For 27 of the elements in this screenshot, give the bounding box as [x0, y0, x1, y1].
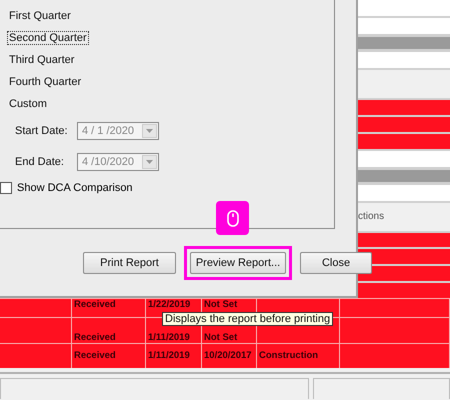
radio-option[interactable]: Custom — [8, 98, 48, 110]
end-date-label: End Date: — [15, 156, 65, 168]
dialog-button[interactable]: Preview Report... — [190, 252, 286, 274]
column-header: ctions — [358, 202, 450, 231]
start-date-label: Start Date: — [15, 124, 69, 136]
mouse-icon — [226, 210, 238, 227]
grid-cell: Received — [74, 350, 116, 362]
checkbox[interactable] — [0, 182, 12, 194]
grid-cell: 10/20/2017 — [204, 350, 252, 362]
grid-cell: Not Set — [204, 299, 238, 310]
grid-cell: 1/11/2019 — [148, 332, 190, 343]
radio-option[interactable]: First Quarter — [8, 10, 72, 22]
dropdown-arrow-icon — [146, 128, 153, 132]
grid-cell: 1/22/2019 — [148, 299, 190, 310]
dialog-button[interactable]: Print Report — [83, 252, 176, 274]
grid-cell: Received — [74, 332, 116, 343]
grid-cell: Not Set — [204, 332, 238, 343]
dialog-button[interactable]: Close — [300, 252, 372, 274]
tooltip: Displays the report before printing — [162, 312, 334, 326]
radio-option[interactable]: Third Quarter — [8, 54, 76, 66]
grid-cell: Received — [74, 299, 116, 310]
radio-option[interactable]: Second Quarter — [8, 32, 88, 44]
checkbox-label: Show DCA Comparison — [17, 182, 133, 194]
grid-cell: 1/11/2019 — [148, 350, 190, 362]
dropdown-arrow-icon — [146, 160, 153, 164]
radio-option[interactable]: Fourth Quarter — [8, 76, 82, 88]
grid-cell: Construction — [259, 350, 318, 362]
